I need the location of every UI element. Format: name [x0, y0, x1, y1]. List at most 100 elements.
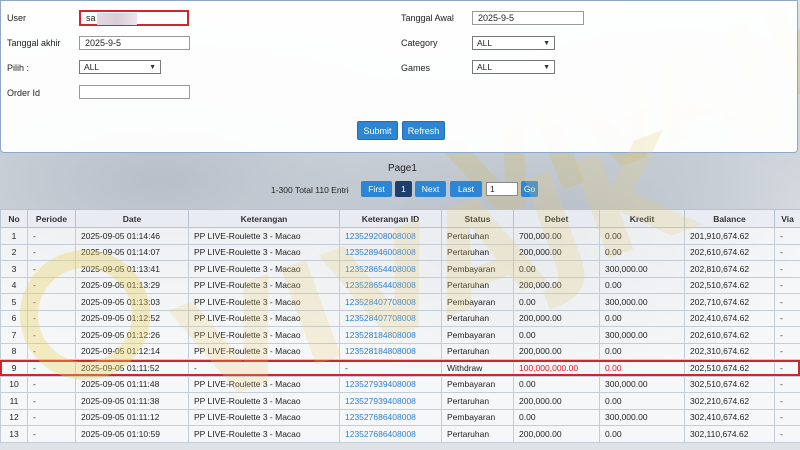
- keterangan-id-link[interactable]: 123528654408008: [339, 276, 442, 294]
- first-page-button[interactable]: First: [361, 181, 392, 197]
- keterangan-id-link[interactable]: 123528184808008: [339, 342, 442, 360]
- table-row[interactable]: 4-2025-09-05 01:13:29 PP LIVE-Roulette 3 …: [0, 276, 800, 294]
- keterangan-id-link[interactable]: 123528654408008: [339, 260, 442, 278]
- next-page-button[interactable]: Next: [415, 181, 446, 197]
- column-header: Via: [774, 209, 800, 228]
- date-cell: 2025-09-05 01:13:29: [75, 276, 189, 294]
- table-row[interactable]: 1-2025-09-05 01:14:46 PP LIVE-Roulette 3 …: [0, 227, 800, 245]
- balance-cell: 202,510,674.62: [684, 359, 775, 377]
- table-row[interactable]: 10-2025-09-05 01:11:48 PP LIVE-Roulette 3…: [0, 375, 800, 393]
- current-page-button[interactable]: 1: [395, 181, 412, 197]
- table-row[interactable]: 12-2025-09-05 01:11:12 PP LIVE-Roulette 3…: [0, 408, 800, 426]
- status-cell: Pertaruhan: [441, 227, 514, 245]
- table-row[interactable]: 11-2025-09-05 01:11:38 PP LIVE-Roulette 3…: [0, 392, 800, 410]
- status-cell: Pertaruhan: [441, 243, 514, 261]
- periode-cell: -: [27, 293, 76, 311]
- balance-cell: 202,810,674.62: [684, 260, 775, 278]
- via-cell: -: [774, 243, 800, 261]
- kredit-cell: 300,000.00: [599, 260, 685, 278]
- table-row[interactable]: 2-2025-09-05 01:14:07 PP LIVE-Roulette 3 …: [0, 243, 800, 261]
- tanggal-awal-label: Tanggal Awal: [401, 13, 454, 23]
- date-cell: 2025-09-05 01:12:14: [75, 342, 189, 360]
- user-input[interactable]: sa: [79, 10, 189, 26]
- row-number: 6: [0, 309, 28, 327]
- periode-cell: -: [27, 408, 76, 426]
- balance-cell: 302,510,674.62: [684, 375, 775, 393]
- balance-cell: 202,610,674.62: [684, 326, 775, 344]
- status-cell: Pembayaran: [441, 408, 514, 426]
- date-cell: 2025-09-05 01:11:52: [75, 359, 189, 377]
- last-page-button[interactable]: Last: [450, 181, 482, 197]
- balance-cell: 302,410,674.62: [684, 408, 775, 426]
- column-header: Periode: [27, 209, 76, 228]
- games-select-value: ALL: [477, 62, 493, 72]
- keterangan-cell: PP LIVE-Roulette 3 - Macao: [188, 227, 340, 245]
- refresh-button[interactable]: Refresh: [402, 121, 445, 140]
- keterangan-id-link[interactable]: 123527686408008: [339, 408, 442, 426]
- kredit-cell: 0.00: [599, 342, 685, 360]
- keterangan-id-link: -: [339, 359, 442, 377]
- page-title: Page1: [388, 163, 417, 174]
- keterangan-id-link[interactable]: 123527686408008: [339, 425, 442, 443]
- periode-cell: -: [27, 260, 76, 278]
- games-select[interactable]: ALL ▼: [472, 60, 555, 74]
- column-header: Status: [441, 209, 514, 228]
- submit-button[interactable]: Submit: [357, 121, 398, 140]
- table-row[interactable]: 3-2025-09-05 01:13:41 PP LIVE-Roulette 3 …: [0, 260, 800, 278]
- date-cell: 2025-09-05 01:13:03: [75, 293, 189, 311]
- periode-cell: -: [27, 276, 76, 294]
- periode-cell: -: [27, 425, 76, 443]
- date-cell: 2025-09-05 01:14:07: [75, 243, 189, 261]
- tanggal-akhir-input[interactable]: 2025-9-5: [79, 36, 190, 50]
- status-cell: Pembayaran: [441, 293, 514, 311]
- via-cell: -: [774, 293, 800, 311]
- keterangan-id-link[interactable]: 123529208008008: [339, 227, 442, 245]
- category-select[interactable]: ALL ▼: [472, 36, 555, 50]
- via-cell: -: [774, 359, 800, 377]
- user-input-value: sa: [86, 13, 96, 23]
- page-number-input[interactable]: 1: [486, 182, 518, 196]
- via-cell: -: [774, 260, 800, 278]
- order-id-input[interactable]: [79, 85, 190, 99]
- date-cell: 2025-09-05 01:11:38: [75, 392, 189, 410]
- table-row[interactable]: 8-2025-09-05 01:12:14 PP LIVE-Roulette 3 …: [0, 342, 800, 360]
- keterangan-id-link[interactable]: 123528407708008: [339, 309, 442, 327]
- keterangan-cell: PP LIVE-Roulette 3 - Macao: [188, 326, 340, 344]
- row-number: 9: [0, 359, 28, 377]
- user-label: User: [7, 13, 27, 23]
- table-row[interactable]: 6-2025-09-05 01:12:52 PP LIVE-Roulette 3 …: [0, 309, 800, 327]
- status-cell: Pertaruhan: [441, 309, 514, 327]
- row-number: 7: [0, 326, 28, 344]
- table-row[interactable]: 7-2025-09-05 01:12:26 PP LIVE-Roulette 3 …: [0, 326, 800, 344]
- row-number: 12: [0, 408, 28, 426]
- keterangan-id-link[interactable]: 123528184808008: [339, 326, 442, 344]
- debet-cell: 0.00: [513, 293, 600, 311]
- row-number: 8: [0, 342, 28, 360]
- tanggal-awal-input[interactable]: 2025-9-5: [472, 11, 584, 25]
- balance-cell: 202,410,674.62: [684, 309, 775, 327]
- table-row[interactable]: 5-2025-09-05 01:13:03 PP LIVE-Roulette 3 …: [0, 293, 800, 311]
- pilih-select[interactable]: ALL ▼: [79, 60, 161, 74]
- kredit-cell: 0.00: [599, 425, 685, 443]
- keterangan-id-link[interactable]: 123528946008008: [339, 243, 442, 261]
- column-header: Balance: [684, 209, 775, 228]
- search-panel: User sa Tanggal Awal 2025-9-5 Tanggal ak…: [0, 0, 798, 153]
- date-cell: 2025-09-05 01:12:52: [75, 309, 189, 327]
- keterangan-id-link[interactable]: 123527939408008: [339, 392, 442, 410]
- column-header: Keterangan: [188, 209, 340, 228]
- table-row[interactable]: 9-2025-09-05 01:11:52- - Withdraw 100,000,0…: [0, 359, 800, 377]
- periode-cell: -: [27, 359, 76, 377]
- date-cell: 2025-09-05 01:12:26: [75, 326, 189, 344]
- keterangan-id-link[interactable]: 123528407708008: [339, 293, 442, 311]
- table-row[interactable]: 13-2025-09-05 01:10:59 PP LIVE-Roulette 3…: [0, 425, 800, 443]
- chevron-down-icon: ▼: [543, 63, 550, 71]
- balance-cell: 302,110,674.62: [684, 425, 775, 443]
- keterangan-cell: PP LIVE-Roulette 3 - Macao: [188, 293, 340, 311]
- kredit-cell: 0.00: [599, 359, 685, 377]
- go-button[interactable]: Go: [521, 181, 538, 197]
- keterangan-cell: -: [188, 359, 340, 377]
- total-entries-text: 1-300 Total 110 Entri: [271, 185, 349, 195]
- keterangan-id-link[interactable]: 123527939408008: [339, 375, 442, 393]
- redacted-block: [97, 13, 137, 25]
- transaction-table: No Periode Date Keterangan Keterangan ID Stat…: [0, 209, 800, 443]
